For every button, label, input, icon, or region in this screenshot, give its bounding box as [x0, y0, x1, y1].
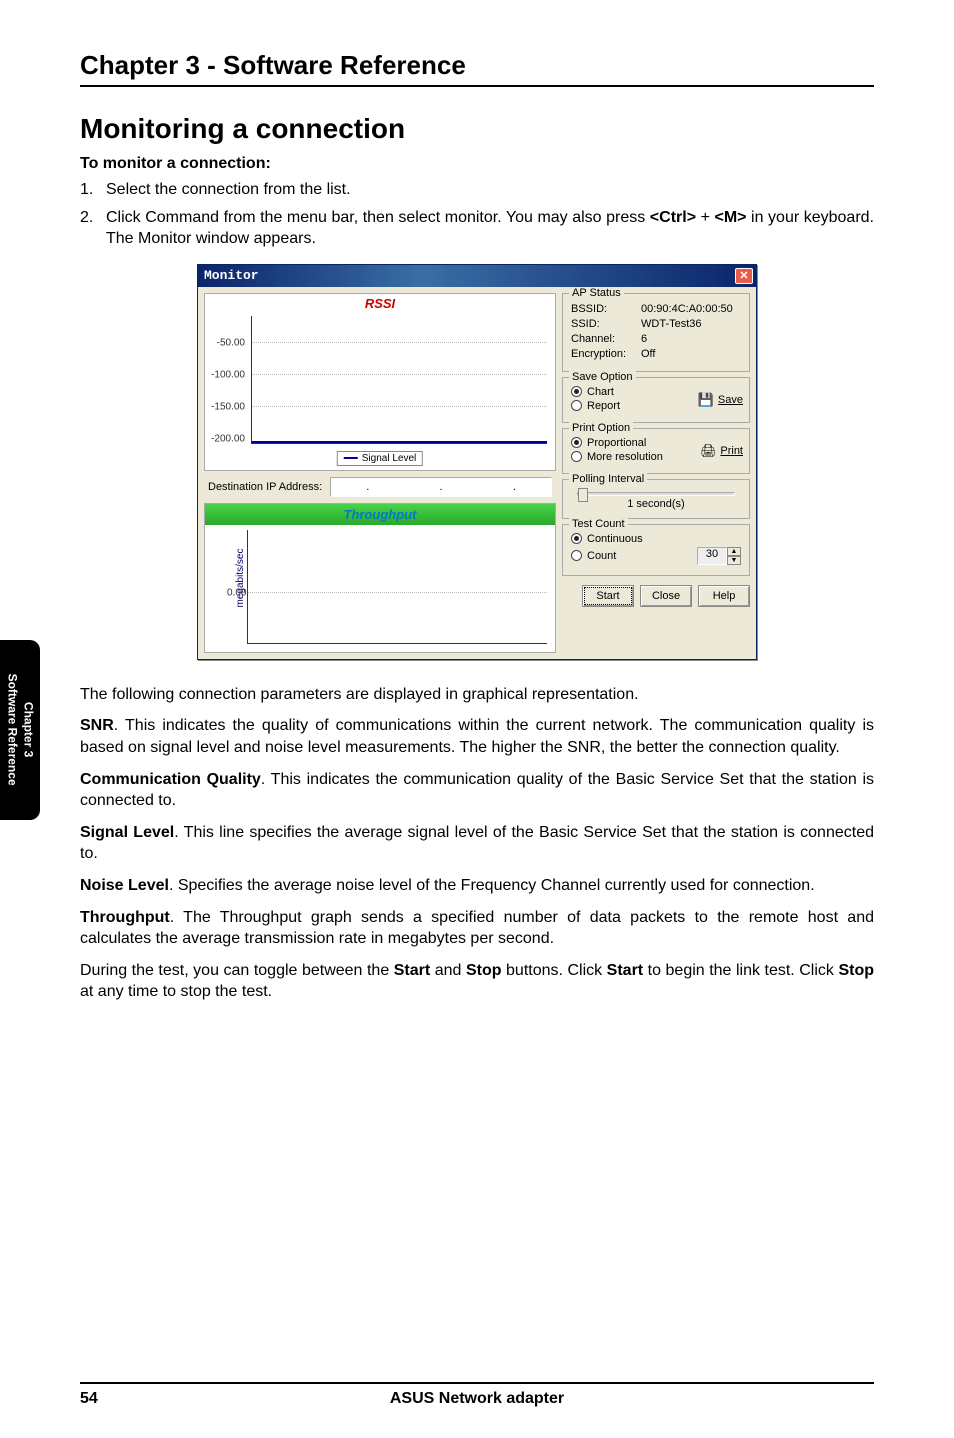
side-tab-line2: Software Reference	[4, 674, 20, 786]
print-proportional-radio[interactable]: Proportional	[571, 437, 689, 449]
step-text: Select the connection from the list.	[106, 179, 874, 201]
paragraph: Communication Quality. This indicates th…	[80, 769, 874, 812]
count-radio[interactable]: Count 30 ▲ ▼	[571, 547, 741, 565]
encryption-value: Off	[641, 348, 741, 360]
channel-value: 6	[641, 333, 741, 345]
save-option-group: Save Option Chart Report 💾 Save	[562, 377, 750, 423]
paragraph: The following connection parameters are …	[80, 684, 874, 706]
spin-up[interactable]: ▲	[727, 547, 741, 556]
print-option-group: Print Option Proportional More resolutio…	[562, 428, 750, 474]
bssid-value: 00:90:4C:A0:00:50	[641, 303, 741, 315]
throughput-title: Throughput	[205, 504, 555, 525]
dialog-button-row: Start Close Help	[562, 585, 750, 607]
section-title: Monitoring a connection	[80, 113, 874, 145]
help-button[interactable]: Help	[698, 585, 750, 607]
step-text: Click Command from the menu bar, then se…	[106, 207, 874, 250]
close-dialog-button[interactable]: Close	[640, 585, 692, 607]
footer-divider	[80, 1382, 874, 1384]
monitor-dialog: Monitor ✕ RSSI -50.00 -100.00 -150.00 -2…	[197, 264, 757, 660]
step-1: 1. Select the connection from the list.	[80, 179, 874, 201]
spin-down[interactable]: ▼	[727, 556, 741, 565]
count-input[interactable]: 30	[697, 547, 727, 565]
footer-title: ASUS Network adapter	[140, 1390, 814, 1408]
paragraph: Signal Level. This line specifies the av…	[80, 822, 874, 865]
continuous-radio[interactable]: Continuous	[571, 533, 741, 545]
legend-label: Signal Level	[362, 453, 416, 464]
paragraph: During the test, you can toggle between …	[80, 960, 874, 1003]
chapter-title: Chapter 3 - Software Reference	[80, 50, 874, 81]
radio-icon	[571, 400, 582, 411]
ssid-label: SSID:	[571, 318, 641, 330]
count-spinner[interactable]: 30 ▲ ▼	[697, 547, 741, 565]
dialog-title: Monitor	[204, 268, 259, 283]
radio-icon	[571, 533, 582, 544]
throughput-plot-area	[247, 530, 547, 644]
step-number: 1.	[80, 179, 106, 201]
rssi-chart: RSSI -50.00 -100.00 -150.00 -200.00	[204, 293, 556, 471]
throughput-ytick: 0.00	[227, 587, 246, 598]
legend-swatch	[344, 457, 358, 459]
encryption-label: Encryption:	[571, 348, 641, 360]
ap-status-title: AP Status	[569, 287, 624, 299]
radio-icon	[571, 386, 582, 397]
footer: 54 ASUS Network adapter	[80, 1382, 874, 1408]
paragraph: Noise Level. Specifies the average noise…	[80, 875, 874, 897]
page-number: 54	[80, 1390, 140, 1408]
channel-label: Channel:	[571, 333, 641, 345]
side-tab-line1: Chapter 3	[20, 674, 36, 786]
printer-icon: 🖨	[700, 443, 716, 459]
throughput-chart: Throughput megabits/sec 0.00	[204, 503, 556, 653]
paragraph: SNR. This indicates the quality of commu…	[80, 715, 874, 758]
rssi-legend: Signal Level	[337, 451, 423, 466]
ssid-value: WDT-Test36	[641, 318, 741, 330]
polling-caption: 1 second(s)	[571, 498, 741, 510]
polling-title: Polling Interval	[569, 473, 647, 485]
print-more-radio[interactable]: More resolution	[571, 451, 689, 463]
floppy-icon: 💾	[698, 392, 714, 408]
radio-icon	[571, 550, 582, 561]
slider-thumb[interactable]	[578, 488, 588, 502]
step-2: 2. Click Command from the menu bar, then…	[80, 207, 874, 250]
paragraph: Throughput. The Throughput graph sends a…	[80, 907, 874, 950]
destination-ip-row: Destination IP Address: ...	[204, 475, 556, 499]
print-button[interactable]: 🖨 Print	[700, 443, 743, 459]
polling-slider[interactable]	[577, 492, 735, 496]
test-count-group: Test Count Continuous Count 30 ▲ ▼	[562, 524, 750, 576]
throughput-ylabel: megabits/sec	[235, 548, 246, 607]
subheading: To monitor a connection:	[80, 155, 874, 173]
polling-interval-group: Polling Interval 1 second(s)	[562, 479, 750, 519]
dest-ip-label: Destination IP Address:	[208, 481, 322, 493]
rssi-y-axis: -50.00 -100.00 -150.00 -200.00	[205, 316, 249, 444]
radio-icon	[571, 451, 582, 462]
radio-icon	[571, 437, 582, 448]
save-report-radio[interactable]: Report	[571, 400, 689, 412]
titlebar[interactable]: Monitor ✕	[198, 265, 756, 287]
save-option-title: Save Option	[569, 371, 636, 383]
save-button[interactable]: 💾 Save	[698, 392, 743, 408]
test-count-title: Test Count	[569, 518, 628, 530]
rssi-title: RSSI	[205, 294, 555, 313]
rssi-plot-area	[251, 316, 547, 444]
start-button[interactable]: Start	[582, 585, 634, 607]
print-option-title: Print Option	[569, 422, 633, 434]
step-number: 2.	[80, 207, 106, 250]
divider	[80, 85, 874, 87]
bssid-label: BSSID:	[571, 303, 641, 315]
close-button[interactable]: ✕	[735, 268, 753, 284]
dest-ip-input[interactable]: ...	[330, 477, 552, 497]
side-tab: Chapter 3 Software Reference	[0, 640, 40, 820]
ap-status-group: AP Status BSSID:00:90:4C:A0:00:50 SSID:W…	[562, 293, 750, 372]
save-chart-radio[interactable]: Chart	[571, 386, 689, 398]
steps-list: 1. Select the connection from the list. …	[80, 179, 874, 250]
